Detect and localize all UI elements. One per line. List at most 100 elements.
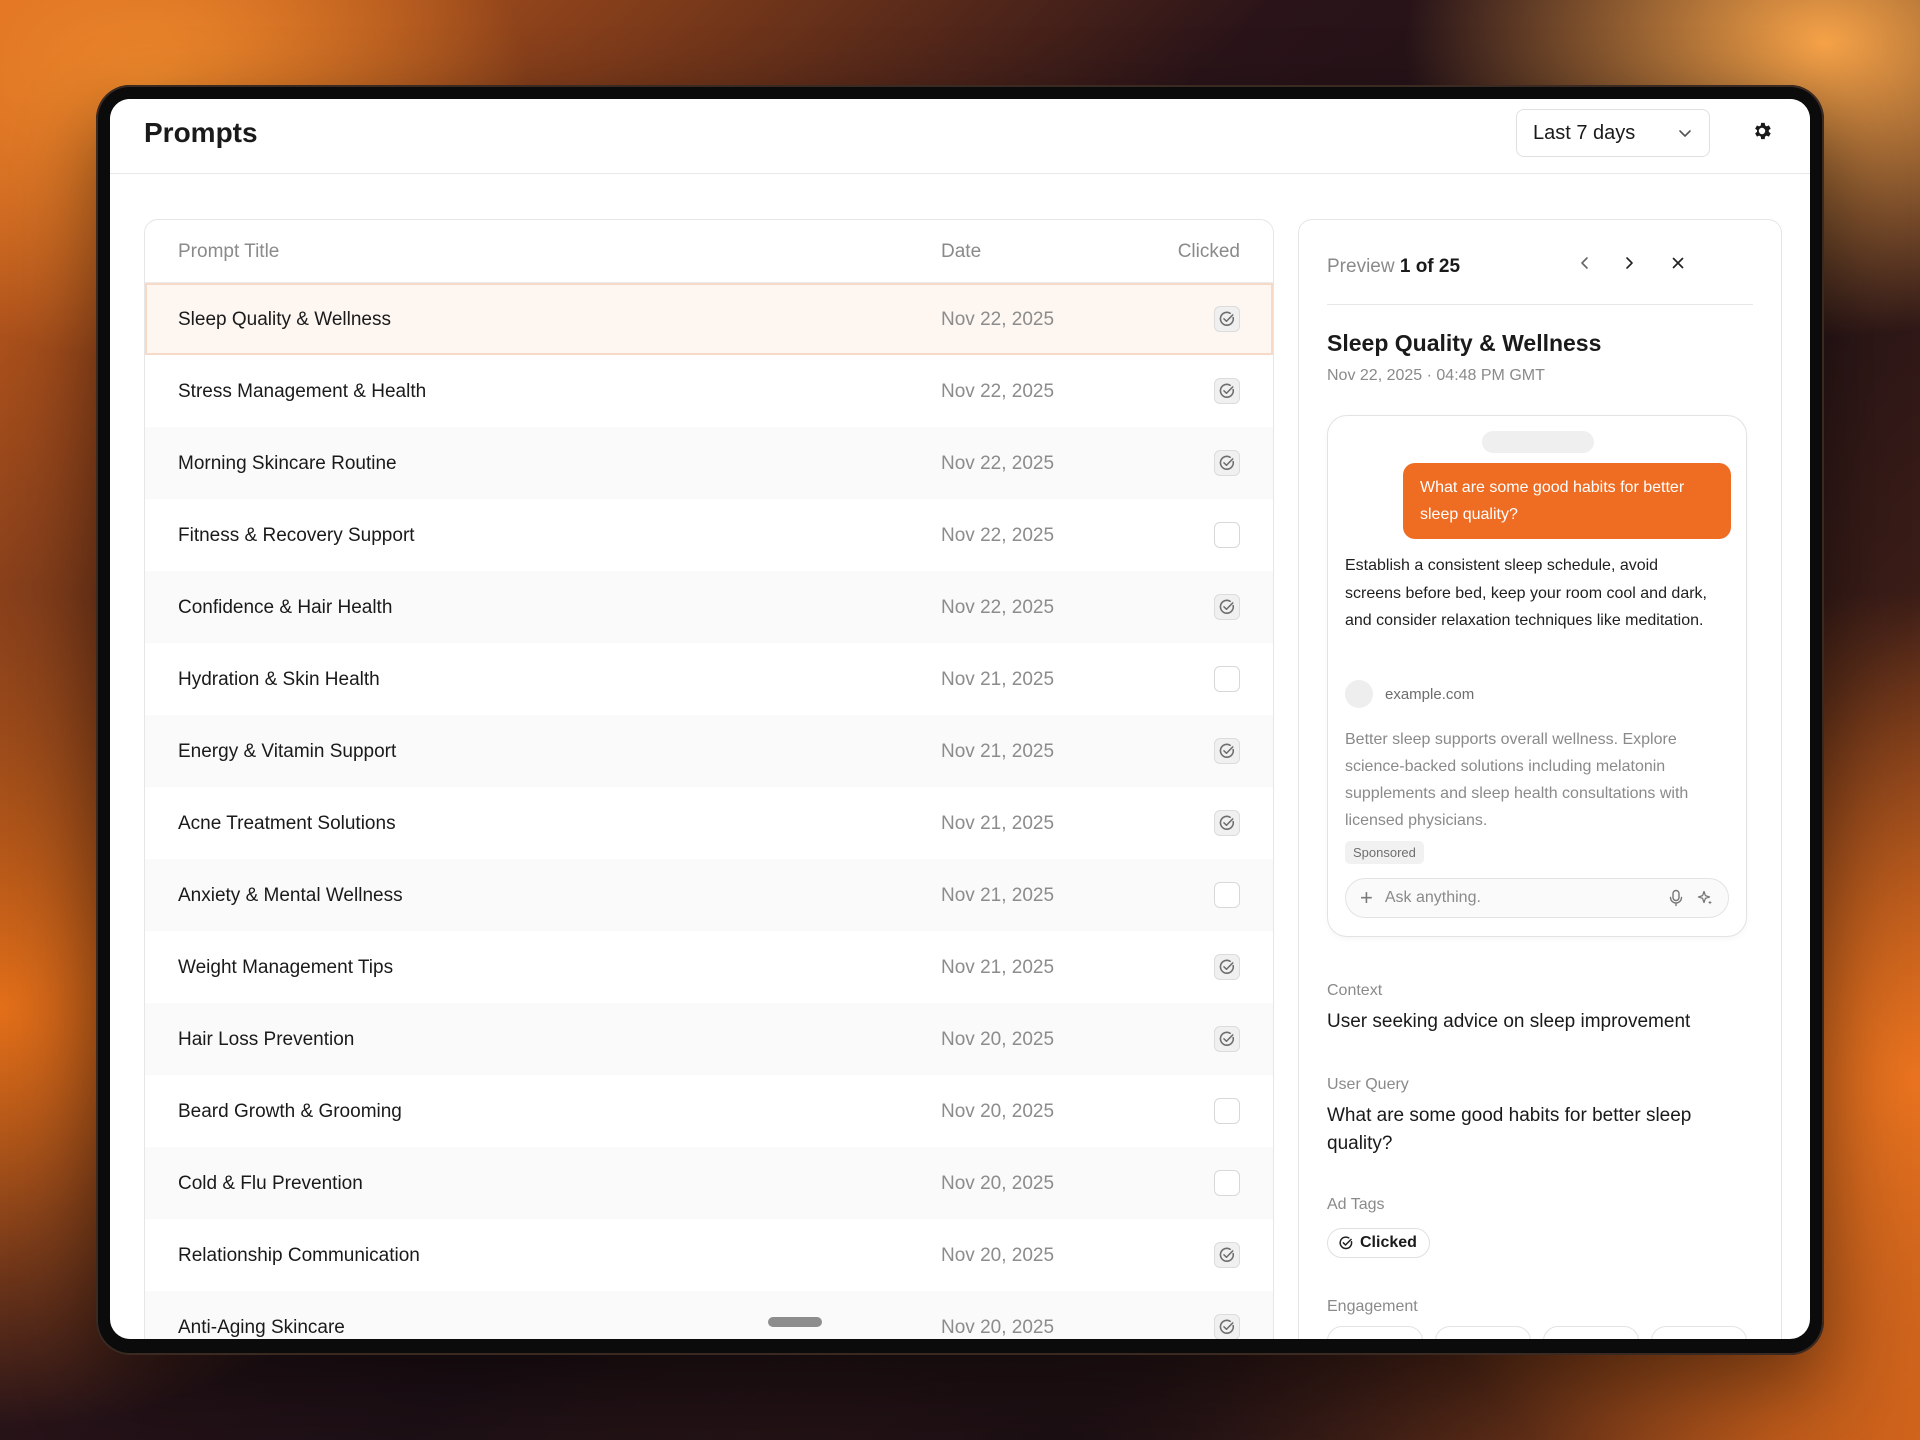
table-row[interactable]: Weight Management Tips Nov 21, 2025 <box>145 931 1273 1003</box>
row-title: Anti-Aging Skincare <box>178 1317 345 1338</box>
row-clicked-checkbox[interactable] <box>1214 1242 1240 1268</box>
column-header-title[interactable]: Prompt Title <box>178 241 279 263</box>
table-row[interactable]: Anti-Aging Skincare Nov 20, 2025 <box>145 1291 1273 1339</box>
row-title: Hydration & Skin Health <box>178 669 380 690</box>
app-window: Prompts Last 7 days Prompt Title Date Cl <box>110 99 1810 1339</box>
table-row[interactable]: Confidence & Hair Health Nov 22, 2025 <box>145 571 1273 643</box>
page-title: Prompts <box>144 117 258 148</box>
ask-input[interactable] <box>1382 888 1656 908</box>
row-clicked-checkbox[interactable] <box>1214 1098 1240 1124</box>
row-clicked-checkbox[interactable] <box>1214 738 1240 764</box>
assistant-answer: Establish a consistent sleep schedule, a… <box>1345 557 1707 629</box>
tag-clicked-label: Clicked <box>1360 1234 1417 1251</box>
table-row[interactable]: Anxiety & Mental Wellness Nov 21, 2025 <box>145 859 1273 931</box>
check-circle-icon <box>1219 959 1235 974</box>
settings-button[interactable] <box>1746 117 1778 149</box>
row-clicked-checkbox[interactable] <box>1214 378 1240 404</box>
row-date: Nov 22, 2025 <box>941 597 1055 618</box>
row-clicked-checkbox[interactable] <box>1214 306 1240 332</box>
tag-clicked[interactable]: Clicked <box>1327 1228 1430 1258</box>
plus-icon[interactable]: + <box>1360 887 1373 909</box>
table-row[interactable]: Morning Skincare Routine Nov 22, 2025 <box>145 427 1273 499</box>
row-date: Nov 22, 2025 <box>941 309 1055 330</box>
column-header-clicked[interactable]: Clicked <box>1178 241 1240 263</box>
table-header: Prompt Title Date Clicked <box>145 220 1273 283</box>
row-date: Nov 21, 2025 <box>941 669 1055 690</box>
user-query-label: User Query <box>1327 1076 1409 1093</box>
prev-button[interactable] <box>1570 250 1600 280</box>
preview-title: Sleep Quality & Wellness <box>1327 330 1602 356</box>
row-title: Weight Management Tips <box>178 957 394 978</box>
row-date: Nov 21, 2025 <box>941 741 1055 762</box>
user-message-bubble: What are some good habits for better sle… <box>1403 463 1731 539</box>
table-row[interactable]: Cold & Flu Prevention Nov 20, 2025 <box>145 1147 1273 1219</box>
source-favicon <box>1345 680 1373 708</box>
row-clicked-checkbox[interactable] <box>1214 1314 1240 1339</box>
preview-counter: Preview 1 of 25 <box>1327 256 1460 278</box>
row-date: Nov 20, 2025 <box>941 1245 1055 1266</box>
chevron-down-icon <box>1677 125 1693 141</box>
column-header-date[interactable]: Date <box>941 241 981 263</box>
row-title: Relationship Communication <box>178 1245 420 1266</box>
row-clicked-checkbox[interactable] <box>1214 666 1240 692</box>
next-button[interactable] <box>1614 250 1644 280</box>
table-row[interactable]: Beard Growth & Grooming Nov 20, 2025 <box>145 1075 1273 1147</box>
check-circle-icon <box>1219 1031 1235 1046</box>
device-frame: Prompts Last 7 days Prompt Title Date Cl <box>96 85 1824 1355</box>
row-date: Nov 22, 2025 <box>941 381 1055 402</box>
sparkle-icon[interactable] <box>1696 889 1714 907</box>
engagement-chip <box>1543 1326 1639 1339</box>
row-title: Morning Skincare Routine <box>178 453 397 474</box>
row-title: Anxiety & Mental Wellness <box>178 885 403 906</box>
check-circle-icon <box>1219 455 1235 470</box>
preview-header: Preview 1 of 25 <box>1327 220 1753 305</box>
sponsored-badge: Sponsored <box>1345 841 1424 864</box>
row-clicked-checkbox[interactable] <box>1214 1170 1240 1196</box>
row-clicked-checkbox[interactable] <box>1214 810 1240 836</box>
microphone-icon[interactable] <box>1668 889 1684 907</box>
engagement-chip <box>1651 1326 1747 1339</box>
row-title: Hair Loss Prevention <box>178 1029 355 1050</box>
chat-top-pill <box>1482 431 1594 453</box>
check-circle-icon <box>1219 599 1235 614</box>
row-clicked-checkbox[interactable] <box>1214 450 1240 476</box>
row-title: Fitness & Recovery Support <box>178 525 415 546</box>
row-date: Nov 21, 2025 <box>941 813 1055 834</box>
row-clicked-checkbox[interactable] <box>1214 522 1240 548</box>
row-date: Nov 20, 2025 <box>941 1101 1055 1122</box>
date-range-value: Last 7 days <box>1533 121 1636 144</box>
close-button[interactable] <box>1663 250 1693 280</box>
table-row[interactable]: Fitness & Recovery Support Nov 22, 2025 <box>145 499 1273 571</box>
table-row[interactable]: Hair Loss Prevention Nov 20, 2025 <box>145 1003 1273 1075</box>
preview-panel: Preview 1 of 25 Sleep Quality & Wellness… <box>1298 219 1782 1339</box>
table-row[interactable]: Stress Management & Health Nov 22, 2025 <box>145 355 1273 427</box>
row-date: Nov 20, 2025 <box>941 1317 1055 1338</box>
answer-source[interactable]: example.com <box>1345 680 1474 708</box>
scroll-handle[interactable] <box>768 1317 822 1327</box>
context-value: User seeking advice on sleep improvement <box>1327 1011 1691 1032</box>
check-circle-icon <box>1219 383 1235 398</box>
top-bar: Prompts Last 7 days <box>110 99 1810 174</box>
table-row[interactable]: Relationship Communication Nov 20, 2025 <box>145 1219 1273 1291</box>
chevron-left-icon <box>1577 255 1593 276</box>
row-clicked-checkbox[interactable] <box>1214 1026 1240 1052</box>
row-date: Nov 22, 2025 <box>941 453 1055 474</box>
table-body: Sleep Quality & Wellness Nov 22, 2025 Stre… <box>145 283 1273 1339</box>
gear-icon <box>1751 120 1773 147</box>
row-title: Confidence & Hair Health <box>178 597 393 618</box>
row-clicked-checkbox[interactable] <box>1214 882 1240 908</box>
row-clicked-checkbox[interactable] <box>1214 954 1240 980</box>
table-row[interactable]: Acne Treatment Solutions Nov 21, 2025 <box>145 787 1273 859</box>
table-row[interactable]: Sleep Quality & Wellness Nov 22, 2025 <box>145 283 1273 355</box>
table-row[interactable]: Hydration & Skin Health Nov 21, 2025 <box>145 643 1273 715</box>
ad-tags-label: Ad Tags <box>1327 1196 1385 1213</box>
check-circle-icon <box>1339 1236 1353 1250</box>
date-range-select[interactable]: Last 7 days <box>1516 109 1710 157</box>
ask-bar: + <box>1345 878 1729 918</box>
row-title: Cold & Flu Prevention <box>178 1173 363 1194</box>
close-icon <box>1670 255 1686 276</box>
table-row[interactable]: Energy & Vitamin Support Nov 21, 2025 <box>145 715 1273 787</box>
preview-datetime: Nov 22, 2025 · 04:48 PM GMT <box>1327 367 1545 384</box>
check-circle-icon <box>1219 1247 1235 1262</box>
row-clicked-checkbox[interactable] <box>1214 594 1240 620</box>
